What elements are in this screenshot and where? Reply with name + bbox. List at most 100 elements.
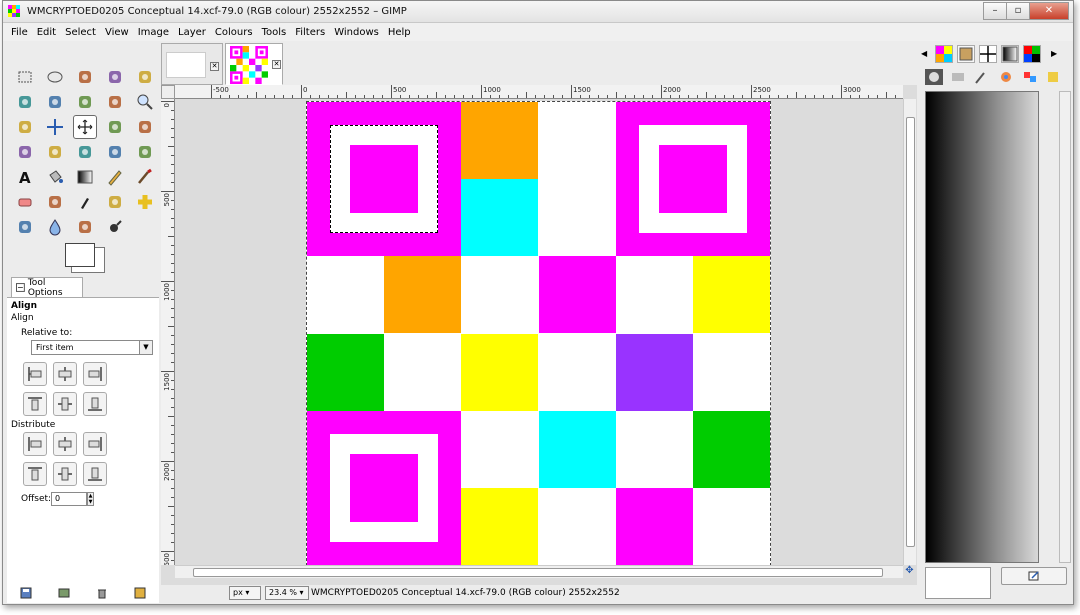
scissors-tool[interactable] bbox=[13, 90, 37, 114]
tab-brushes[interactable] bbox=[979, 45, 997, 63]
menu-view[interactable]: View bbox=[105, 27, 129, 38]
dock-scroll-right-icon[interactable]: ▶ bbox=[1051, 49, 1057, 58]
menu-select[interactable]: Select bbox=[65, 27, 96, 38]
flip-tool[interactable] bbox=[103, 140, 127, 164]
offset-spinner[interactable]: ▲ ▼ bbox=[87, 492, 94, 506]
scale-tool[interactable] bbox=[13, 140, 37, 164]
measure-tool[interactable] bbox=[13, 115, 37, 139]
zoom-select[interactable]: 23.4 % ▾ bbox=[265, 586, 309, 600]
navigate-icon[interactable]: ✥ bbox=[903, 565, 916, 578]
color-picker-tool[interactable] bbox=[103, 90, 127, 114]
align-bottom-button[interactable] bbox=[83, 392, 107, 416]
foreground-select-tool[interactable] bbox=[43, 90, 67, 114]
menu-filters[interactable]: Filters bbox=[295, 27, 325, 38]
paintbrush-tool[interactable] bbox=[133, 165, 157, 189]
lasso-tool[interactable] bbox=[73, 65, 97, 89]
gimp-wilber-icon[interactable] bbox=[925, 69, 943, 85]
canvas-viewport[interactable] bbox=[176, 100, 903, 565]
tab-patterns[interactable] bbox=[935, 45, 953, 63]
horizontal-scrollbar[interactable] bbox=[175, 565, 903, 578]
menu-edit[interactable]: Edit bbox=[37, 27, 56, 38]
smudge-tool[interactable] bbox=[73, 215, 97, 239]
paths-tool[interactable] bbox=[73, 90, 97, 114]
menu-layer[interactable]: Layer bbox=[178, 27, 206, 38]
tab-tool-options[interactable]: Tool Options bbox=[11, 277, 83, 298]
color-wheel-icon[interactable] bbox=[997, 69, 1015, 85]
vertical-ruler[interactable]: 0 500 1000 1500 2000 2500 bbox=[161, 99, 175, 565]
close-button[interactable]: ✕ bbox=[1029, 2, 1069, 20]
align-tool[interactable] bbox=[73, 115, 97, 139]
align-top-button[interactable] bbox=[23, 392, 47, 416]
color-select-tool[interactable] bbox=[133, 65, 157, 89]
menu-help[interactable]: Help bbox=[388, 27, 411, 38]
cage-tool[interactable] bbox=[133, 140, 157, 164]
align-right-button[interactable] bbox=[83, 362, 107, 386]
tab-gradients[interactable] bbox=[1001, 45, 1019, 63]
move-tool[interactable] bbox=[43, 115, 67, 139]
tab-images[interactable] bbox=[957, 45, 975, 63]
airbrush-tool[interactable] bbox=[43, 190, 67, 214]
minimize-button[interactable]: – bbox=[983, 2, 1007, 20]
menu-image[interactable]: Image bbox=[138, 27, 169, 38]
close-icon[interactable]: ✕ bbox=[272, 60, 281, 69]
align-middle-button[interactable] bbox=[53, 392, 77, 416]
zoom-tool[interactable] bbox=[133, 90, 157, 114]
distribute-right-button[interactable] bbox=[83, 432, 107, 456]
quick-mask-toggle[interactable] bbox=[161, 85, 175, 99]
distribute-top-button[interactable] bbox=[23, 462, 47, 486]
device-status-icon[interactable] bbox=[949, 69, 967, 85]
eraser-tool[interactable] bbox=[13, 190, 37, 214]
image-tab-active[interactable]: ✕ bbox=[225, 43, 283, 85]
heal-tool[interactable] bbox=[133, 190, 157, 214]
restore-options-icon[interactable] bbox=[58, 587, 70, 599]
fuzzy-select-tool[interactable] bbox=[103, 65, 127, 89]
menu-file[interactable]: File bbox=[11, 27, 28, 38]
crop-tool[interactable] bbox=[103, 115, 127, 139]
foreground-color-swatch[interactable] bbox=[65, 243, 95, 267]
unit-select[interactable]: px ▾ bbox=[229, 586, 261, 600]
perspective-clone-tool[interactable] bbox=[13, 215, 37, 239]
ellipse-select-tool[interactable] bbox=[43, 65, 67, 89]
colors-icon[interactable] bbox=[1021, 69, 1039, 85]
shear-tool[interactable] bbox=[43, 140, 67, 164]
image-canvas[interactable] bbox=[306, 101, 771, 565]
distribute-bottom-button[interactable] bbox=[83, 462, 107, 486]
blur-tool[interactable] bbox=[43, 215, 67, 239]
selection-marquee[interactable] bbox=[330, 125, 439, 234]
perspective-tool[interactable] bbox=[73, 140, 97, 164]
blend-tool[interactable] bbox=[73, 165, 97, 189]
save-options-icon[interactable] bbox=[20, 587, 32, 599]
tab-palettes[interactable] bbox=[1023, 45, 1041, 63]
rect-select-tool[interactable] bbox=[13, 65, 37, 89]
menu-tools[interactable]: Tools bbox=[262, 27, 287, 38]
relative-to-select[interactable]: First item ▼ bbox=[31, 340, 153, 355]
horizontal-ruler[interactable]: -500 0 500 1000 1500 2000 2500 3000 bbox=[175, 85, 903, 99]
dock-edit-button[interactable] bbox=[1001, 567, 1067, 585]
bucket-fill-tool[interactable] bbox=[43, 165, 67, 189]
dock-menu-icon[interactable]: ◀ bbox=[921, 49, 927, 58]
close-icon[interactable]: ✕ bbox=[210, 62, 219, 71]
distribute-center-button[interactable] bbox=[53, 432, 77, 456]
gradient-preview[interactable] bbox=[925, 91, 1039, 563]
vertical-scroll-thumb[interactable] bbox=[906, 117, 915, 547]
horizontal-scroll-thumb[interactable] bbox=[193, 568, 883, 577]
maximize-button[interactable]: ▫ bbox=[1006, 2, 1030, 20]
pencil-tool[interactable] bbox=[103, 165, 127, 189]
image-tab-blank[interactable]: ✕ bbox=[161, 43, 223, 85]
dock-scrollbar[interactable] bbox=[1059, 91, 1071, 563]
distribute-middle-button[interactable] bbox=[53, 462, 77, 486]
offset-field[interactable]: 0 bbox=[51, 492, 87, 506]
undo-history-icon[interactable] bbox=[1045, 69, 1063, 85]
menu-colours[interactable]: Colours bbox=[215, 27, 253, 38]
rotate-tool[interactable] bbox=[133, 115, 157, 139]
vertical-scrollbar[interactable] bbox=[903, 99, 916, 565]
delete-options-icon[interactable] bbox=[96, 587, 108, 599]
distribute-left-button[interactable] bbox=[23, 432, 47, 456]
reset-options-icon[interactable] bbox=[134, 587, 146, 599]
text-tool[interactable]: A bbox=[13, 165, 37, 189]
align-center-button[interactable] bbox=[53, 362, 77, 386]
ink-tool[interactable] bbox=[73, 190, 97, 214]
paintbrush-icon[interactable] bbox=[973, 69, 991, 85]
clone-tool[interactable] bbox=[103, 190, 127, 214]
menu-windows[interactable]: Windows bbox=[334, 27, 379, 38]
